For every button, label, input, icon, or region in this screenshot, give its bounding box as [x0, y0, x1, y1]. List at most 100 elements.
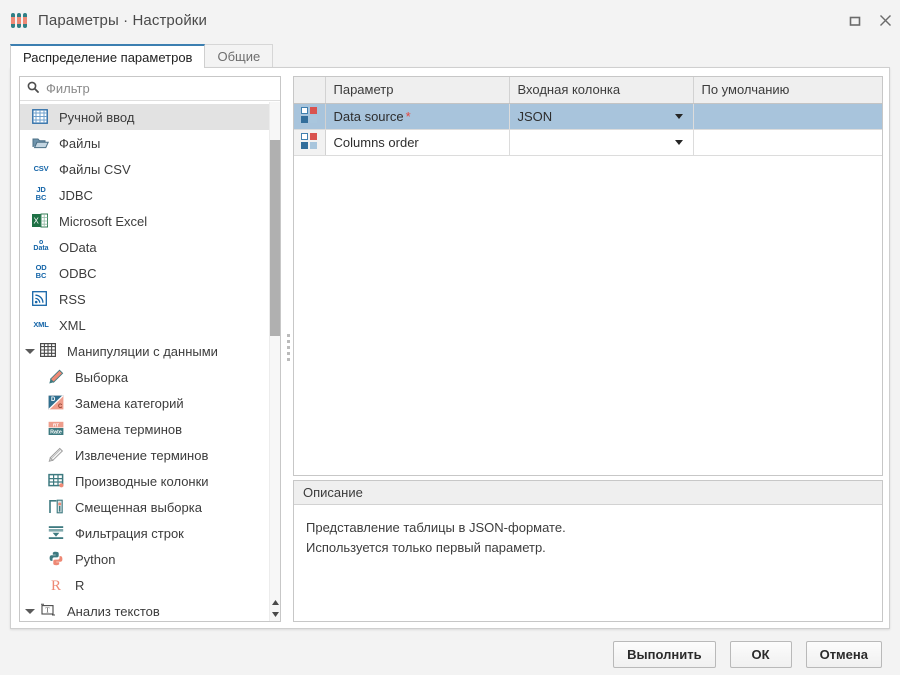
- sidebar-item-odata[interactable]: o Data OData: [20, 234, 280, 260]
- sidebar-item-microsoft-excel[interactable]: X Microsoft Excel: [20, 208, 280, 234]
- sidebar-item-rss[interactable]: RSS: [20, 286, 280, 312]
- input-column-value: JSON: [517, 108, 553, 124]
- text-analysis-icon: T: [40, 603, 58, 619]
- table-row[interactable]: Columns order: [294, 129, 882, 156]
- scrollbar-thumb[interactable]: [270, 140, 280, 336]
- sidebar-group-data-manipulation[interactable]: Манипуляции с данными: [20, 338, 280, 364]
- cell-parameter-name[interactable]: Data source *: [325, 103, 510, 130]
- row-icon-cell: [294, 103, 326, 130]
- parameter-label: Columns order: [333, 134, 419, 150]
- table-grid-icon: [32, 109, 50, 125]
- sidebar-item-label: Ручной ввод: [59, 109, 135, 125]
- filter-input[interactable]: [46, 81, 256, 96]
- r-icon: R: [48, 577, 66, 593]
- sidebar-item-selection[interactable]: Выборка: [20, 364, 280, 390]
- table-row[interactable]: Data source * JSON: [294, 103, 882, 130]
- parameter-label: Data source: [333, 108, 404, 124]
- sidebar-item-replace-terms[interactable]: RT Rate Замена терминов: [20, 416, 280, 442]
- close-icon[interactable]: [870, 7, 900, 35]
- sidebar-item-jdbc[interactable]: JD BC JDBC: [20, 182, 280, 208]
- sidebar-item-label: Выборка: [75, 369, 129, 385]
- sidebar-item-label: XML: [59, 317, 86, 333]
- maximize-button[interactable]: [840, 7, 870, 35]
- cell-parameter-name[interactable]: Columns order: [325, 129, 510, 156]
- tree-list: Ручной ввод Файлы CSV Файлы CSV JD BC JD…: [20, 102, 280, 621]
- chevron-down-icon[interactable]: [24, 605, 36, 617]
- odata-icon: o Data: [33, 239, 49, 252]
- tab-general[interactable]: Общие: [204, 44, 274, 68]
- sidebar-item-xml[interactable]: XML XML: [20, 312, 280, 338]
- chevron-down-icon[interactable]: [674, 140, 683, 145]
- sidebar-item-label: Смещенная выборка: [75, 499, 202, 515]
- cell-input-column[interactable]: [509, 129, 694, 156]
- column-header-input-column[interactable]: Входная колонка: [509, 77, 694, 104]
- window-title: Параметры · Настройки: [38, 12, 207, 29]
- required-marker: *: [405, 108, 411, 124]
- chevron-down-icon[interactable]: [674, 114, 683, 119]
- parameter-squares-icon: [300, 132, 318, 149]
- scroll-up-button[interactable]: [270, 597, 280, 608]
- column-header-default[interactable]: По умолчанию: [693, 77, 882, 104]
- replace-category-icon: DC: [48, 395, 66, 411]
- description-line-1: Представление таблицы в JSON-формате.: [306, 520, 566, 535]
- sidebar-item-python[interactable]: Python: [20, 546, 280, 572]
- sidebar-item-label: Замена терминов: [75, 421, 183, 437]
- cell-default-value[interactable]: [693, 129, 882, 156]
- filter-bar: [20, 77, 280, 101]
- cancel-button[interactable]: Отмена: [805, 640, 882, 668]
- parameters-icon: [11, 12, 28, 29]
- dialog-content: Ручной ввод Файлы CSV Файлы CSV: [10, 67, 890, 629]
- sidebar-group-text-analysis[interactable]: T Анализ текстов: [20, 598, 280, 621]
- input-column-combobox[interactable]: JSON: [518, 104, 693, 129]
- svg-text:Rate: Rate: [50, 429, 62, 435]
- cell-default-value[interactable]: [693, 103, 882, 130]
- sidebar-item-label: OData: [59, 239, 97, 255]
- sidebar-item-label: Замена категорий: [75, 395, 184, 411]
- description-title: Описание: [294, 481, 882, 505]
- sidebar-item-csv-files[interactable]: CSV Файлы CSV: [20, 156, 280, 182]
- sidebar-item-biased-sample[interactable]: Смещенная выборка: [20, 494, 280, 520]
- sidebar-item-label: Манипуляции с данными: [67, 343, 218, 359]
- sidebar-item-label: R: [75, 577, 85, 593]
- tree-scrollbar[interactable]: [269, 102, 280, 621]
- svg-text:T: T: [45, 607, 50, 615]
- xml-icon: XML: [33, 320, 49, 329]
- sidebar-item-odbc[interactable]: OD BC ODBC: [20, 260, 280, 286]
- sidebar-item-label: Microsoft Excel: [59, 213, 148, 229]
- folder-open-icon: [32, 135, 50, 151]
- parameter-squares-icon: [300, 106, 318, 123]
- panel-splitter[interactable]: [283, 76, 293, 622]
- dialog-footer: Выполнить ОК Отмена: [0, 633, 900, 675]
- sidebar-item-derived-columns[interactable]: Производные колонки: [20, 468, 280, 494]
- grid-corner-header: [294, 77, 326, 104]
- sidebar-item-replace-categories[interactable]: DC Замена категорий: [20, 390, 280, 416]
- svg-text:RT: RT: [53, 422, 59, 427]
- tree-scroll-area[interactable]: Ручной ввод Файлы CSV Файлы CSV JD BC JD…: [20, 102, 280, 621]
- sidebar-item-label: Файлы: [59, 135, 101, 151]
- sidebar-item-manual-input[interactable]: Ручной ввод: [20, 104, 280, 130]
- sidebar-item-label: Фильтрация строк: [75, 525, 184, 541]
- settings-dialog: Параметры · Настройки Распределение пара…: [0, 0, 900, 675]
- scroll-down-button[interactable]: [270, 609, 280, 620]
- splitter-grip[interactable]: [287, 334, 290, 364]
- svg-text:X: X: [34, 217, 40, 226]
- source-tree-panel: Ручной ввод Файлы CSV Файлы CSV: [19, 76, 281, 622]
- excel-icon: X: [32, 213, 50, 229]
- tab-parameter-distribution[interactable]: Распределение параметров: [10, 44, 206, 68]
- sidebar-item-r[interactable]: R R: [20, 572, 280, 598]
- run-button[interactable]: Выполнить: [613, 640, 716, 668]
- sidebar-item-row-filter[interactable]: Фильтрация строк: [20, 520, 280, 546]
- sidebar-item-extract-terms[interactable]: Извлечение терминов: [20, 442, 280, 468]
- input-column-combobox[interactable]: [518, 130, 693, 155]
- jdbc-icon: JD BC: [35, 185, 47, 202]
- extract-terms-icon: [48, 447, 66, 463]
- chevron-down-icon[interactable]: [24, 345, 36, 357]
- cell-input-column[interactable]: JSON: [509, 103, 694, 130]
- ok-button[interactable]: ОК: [729, 640, 792, 668]
- description-line-2: Используется только первый параметр.: [306, 540, 546, 555]
- sidebar-item-files[interactable]: Файлы: [20, 130, 280, 156]
- column-header-parameter[interactable]: Параметр: [325, 77, 510, 104]
- tab-label: Общие: [217, 49, 261, 64]
- sidebar-item-label: Производные колонки: [75, 473, 209, 489]
- python-icon: [48, 551, 66, 567]
